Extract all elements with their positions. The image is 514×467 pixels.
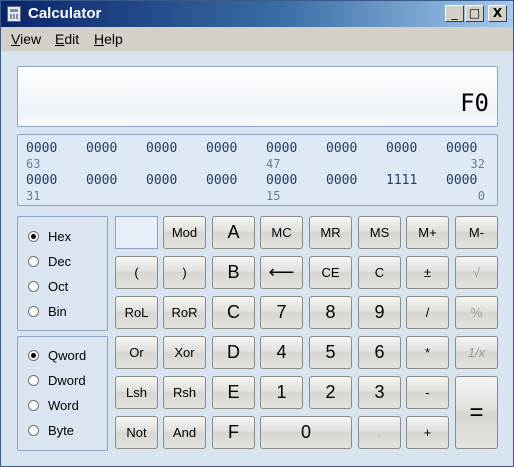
display-value: F0	[460, 89, 489, 117]
bit-position-label: 63	[26, 157, 41, 171]
digit-0-button[interactable]: 0	[260, 416, 352, 449]
bit-position-label: 47	[266, 157, 281, 171]
left-paren-button[interactable]: (	[115, 256, 158, 289]
minimize-button[interactable]: _	[445, 5, 464, 22]
backspace-button[interactable]: ⟵	[260, 256, 303, 289]
memory-recall-button[interactable]: MR	[309, 216, 352, 249]
bit-nibble[interactable]: 0000	[326, 173, 357, 188]
left-shift-button[interactable]: Lsh	[115, 376, 158, 409]
sqrt-button[interactable]: √	[455, 256, 498, 289]
bit-position-label: 32	[470, 157, 485, 171]
not-button[interactable]: Not	[115, 416, 158, 449]
digit-3-button[interactable]: 3	[358, 376, 401, 409]
clear-entry-button[interactable]: CE	[309, 256, 352, 289]
bit-nibble[interactable]: 0000	[86, 141, 117, 156]
negate-button[interactable]: ±	[406, 256, 449, 289]
bit-nibble[interactable]: 0000	[206, 141, 237, 156]
close-button[interactable]: X	[488, 5, 507, 22]
radio-dot	[28, 425, 39, 436]
memory-subtract-button[interactable]: M-	[455, 216, 498, 249]
digit-5-button[interactable]: 5	[309, 336, 352, 369]
memory-clear-button[interactable]: MC	[260, 216, 303, 249]
menu-edit[interactable]: Edit	[55, 31, 79, 47]
or-button[interactable]: Or	[115, 336, 158, 369]
bit-nibble[interactable]: 1111	[386, 173, 417, 188]
result-display: F0	[17, 66, 498, 127]
radio-dot	[28, 256, 39, 267]
word-size-group: Qword Dword Word Byte	[17, 336, 108, 451]
bit-nibble[interactable]: 0000	[266, 173, 297, 188]
digit-8-button[interactable]: 8	[309, 296, 352, 329]
bit-position-label: 0	[477, 189, 485, 203]
bit-nibble[interactable]: 0000	[446, 141, 477, 156]
subtract-button[interactable]: -	[406, 376, 449, 409]
bit-nibble[interactable]: 0000	[206, 173, 237, 188]
title-bar: Calculator _ □ X	[1, 1, 513, 27]
and-button[interactable]: And	[163, 416, 206, 449]
digit-4-button[interactable]: 4	[260, 336, 303, 369]
right-paren-button[interactable]: )	[163, 256, 206, 289]
calculator-app-icon	[7, 6, 21, 22]
decimal-button[interactable]: .	[358, 416, 401, 449]
multiply-button[interactable]: *	[406, 336, 449, 369]
bit-nibble[interactable]: 0000	[146, 141, 177, 156]
digit-7-button[interactable]: 7	[260, 296, 303, 329]
blank-key	[115, 216, 158, 249]
xor-button[interactable]: Xor	[163, 336, 206, 369]
radio-dot	[28, 375, 39, 386]
bit-nibble[interactable]: 0000	[26, 141, 57, 156]
divide-button[interactable]: /	[406, 296, 449, 329]
bit-position-label: 31	[26, 189, 41, 203]
memory-store-button[interactable]: MS	[358, 216, 401, 249]
menu-help[interactable]: Help	[94, 31, 123, 47]
hex-a-button[interactable]: A	[212, 216, 255, 249]
bit-nibble[interactable]: 0000	[146, 173, 177, 188]
add-button[interactable]: +	[406, 416, 449, 449]
rotate-left-button[interactable]: RoL	[115, 296, 158, 329]
bit-position-label: 15	[266, 189, 281, 203]
percent-button[interactable]: %	[455, 296, 498, 329]
clear-button[interactable]: C	[358, 256, 401, 289]
bit-nibble[interactable]: 0000	[26, 173, 57, 188]
hex-b-button[interactable]: B	[212, 256, 255, 289]
hex-f-button[interactable]: F	[212, 416, 255, 449]
memory-add-button[interactable]: M+	[406, 216, 449, 249]
window-title: Calculator	[28, 5, 102, 22]
bit-nibble[interactable]: 0000	[86, 173, 117, 188]
radio-dot	[28, 400, 39, 411]
hex-d-button[interactable]: D	[212, 336, 255, 369]
digit-6-button[interactable]: 6	[358, 336, 401, 369]
hex-e-button[interactable]: E	[212, 376, 255, 409]
calculator-window: Calculator _ □ X View Edit Help F0 0000 …	[0, 0, 514, 467]
maximize-button[interactable]: □	[465, 5, 484, 22]
radio-dot	[28, 281, 39, 292]
radio-dot-selected	[28, 350, 39, 361]
right-shift-button[interactable]: Rsh	[163, 376, 206, 409]
rotate-right-button[interactable]: RoR	[163, 296, 206, 329]
digit-9-button[interactable]: 9	[358, 296, 401, 329]
binary-bit-display: 0000 0000 0000 0000 0000 0000 0000 0000 …	[17, 134, 498, 206]
menu-view[interactable]: View	[11, 31, 41, 47]
digit-1-button[interactable]: 1	[260, 376, 303, 409]
radio-dot-selected	[28, 231, 39, 242]
bit-nibble[interactable]: 0000	[266, 141, 297, 156]
digit-2-button[interactable]: 2	[309, 376, 352, 409]
mod-button[interactable]: Mod	[163, 216, 206, 249]
reciprocal-button[interactable]: 1/x	[455, 336, 498, 369]
radio-dot	[28, 306, 39, 317]
hex-c-button[interactable]: C	[212, 296, 255, 329]
equals-button[interactable]: =	[455, 376, 498, 449]
bit-nibble[interactable]: 0000	[386, 141, 417, 156]
bit-nibble[interactable]: 0000	[326, 141, 357, 156]
menu-bar: View Edit Help	[1, 27, 513, 51]
number-base-group: Hex Dec Oct Bin	[17, 216, 108, 331]
bit-nibble[interactable]: 0000	[446, 173, 477, 188]
